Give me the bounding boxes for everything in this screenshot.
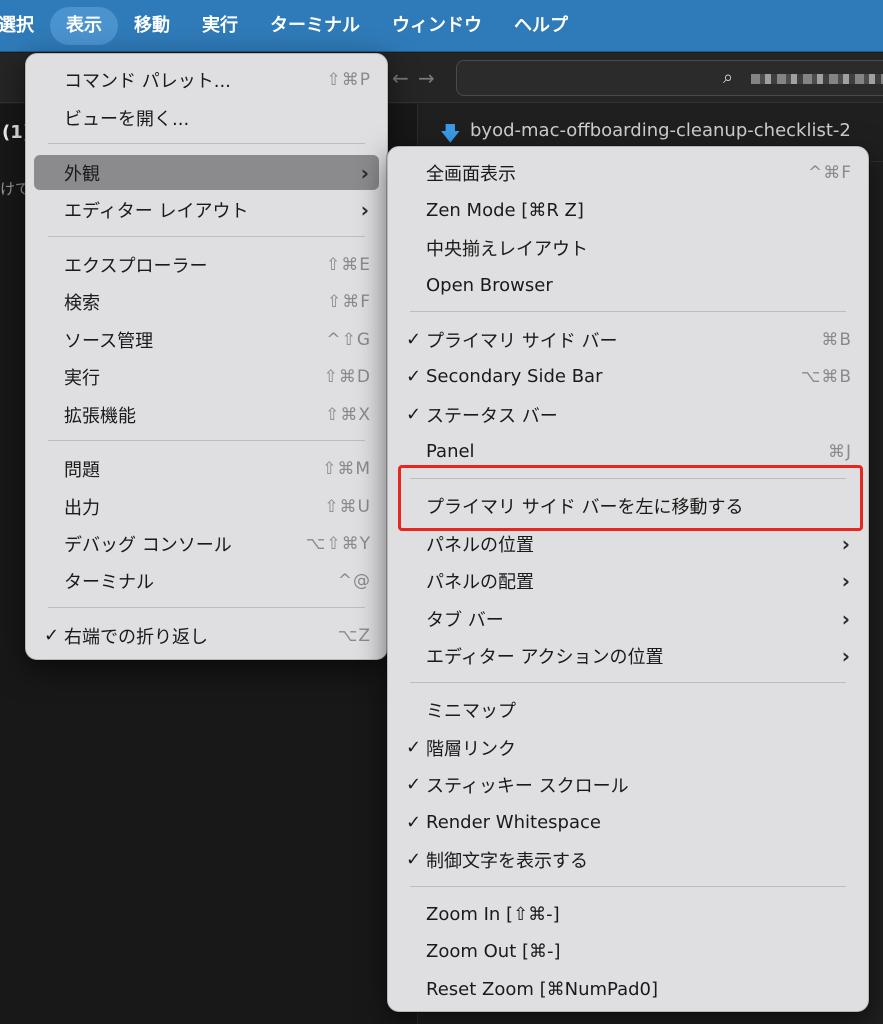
menu-item-reset-zoom[interactable]: Reset Zoom [⌘NumPad0] — [396, 972, 860, 1007]
checkmark-icon: ✓ — [406, 404, 422, 425]
menu-item-editor-actions-position[interactable]: エディター アクションの位置 › — [396, 638, 860, 673]
chevron-right-icon: › — [360, 197, 369, 222]
menu-item-breadcrumbs[interactable]: ✓ 階層リンク — [396, 730, 860, 765]
chevron-right-icon: › — [841, 643, 850, 668]
menu-item-zoom-out[interactable]: Zoom Out [⌘-] — [396, 934, 860, 969]
checkmark-icon: ✓ — [406, 737, 422, 758]
menu-separator — [410, 886, 846, 887]
view-menu: コマンド パレット... ⇧⌘P ビューを開く... 外観 › エディター レイ… — [25, 53, 388, 660]
menu-separator — [410, 311, 846, 312]
menu-item-run[interactable]: 実行 ⇧⌘D — [34, 359, 379, 394]
menu-item-render-whitespace[interactable]: ✓ Render Whitespace — [396, 805, 860, 840]
menu-item-tab-bar[interactable]: タブ バー › — [396, 601, 860, 636]
menu-item-full-screen[interactable]: 全画面表示 ^⌘F — [396, 155, 860, 190]
top-menu-bar: 選択 表示 移動 実行 ターミナル ウィンドウ ヘルプ — [0, 0, 883, 52]
menu-separator — [48, 607, 365, 608]
menu-item-panel-position[interactable]: パネルの位置 › — [396, 526, 860, 561]
menu-item-search[interactable]: 検索 ⇧⌘F — [34, 284, 379, 319]
menu-help[interactable]: ヘルプ — [498, 7, 584, 45]
highlight-annotation-box — [398, 465, 863, 531]
menu-item-word-wrap[interactable]: ✓ 右端での折り返し ⌥Z — [34, 618, 379, 653]
search-icon: ⌕ — [723, 67, 734, 88]
menu-item-command-palette[interactable]: コマンド パレット... ⇧⌘P — [34, 62, 379, 97]
checkmark-icon: ✓ — [406, 366, 422, 387]
menu-item-appearance[interactable]: 外観 › — [34, 155, 379, 190]
menu-item-secondary-side-bar[interactable]: ✓ Secondary Side Bar ⌥⌘B — [396, 359, 860, 394]
menu-item-centered-layout[interactable]: 中央揃えレイアウト — [396, 230, 860, 265]
menu-view[interactable]: 表示 — [50, 6, 118, 45]
menu-separator — [48, 143, 365, 144]
checkmark-icon: ✓ — [406, 812, 422, 833]
menu-separator — [48, 440, 365, 441]
menu-go[interactable]: 移動 — [118, 7, 186, 45]
menu-item-problems[interactable]: 問題 ⇧⌘M — [34, 451, 379, 486]
menu-item-sticky-scroll[interactable]: ✓ スティッキー スクロール — [396, 767, 860, 802]
menu-select[interactable]: 選択 — [0, 7, 50, 45]
menu-item-panel[interactable]: Panel ⌘J — [396, 434, 860, 469]
search-redacted-text — [751, 74, 883, 84]
menu-item-zoom-in[interactable]: Zoom In [⇧⌘-] — [396, 897, 860, 932]
checkmark-icon: ✓ — [44, 625, 60, 646]
menu-window[interactable]: ウィンドウ — [376, 7, 498, 45]
menu-item-terminal[interactable]: ターミナル ^@ — [34, 563, 379, 598]
command-center-search[interactable]: ⌕ — [456, 60, 883, 96]
menu-item-extensions[interactable]: 拡張機能 ⇧⌘X — [34, 397, 379, 432]
menu-item-zen-mode[interactable]: Zen Mode [⌘R Z] — [396, 193, 860, 228]
menu-item-panel-alignment[interactable]: パネルの配置 › — [396, 563, 860, 598]
menu-item-output[interactable]: 出力 ⇧⌘U — [34, 489, 379, 524]
editor-tab-title[interactable]: byod-mac-offboarding-cleanup-checklist-2 — [470, 120, 851, 141]
menu-item-primary-side-bar[interactable]: ✓ プライマリ サイド バー ⌘B — [396, 322, 860, 357]
menu-item-explorer[interactable]: エクスプローラー ⇧⌘E — [34, 247, 379, 282]
checkmark-icon: ✓ — [406, 774, 422, 795]
chevron-right-icon: › — [360, 160, 369, 185]
back-arrow-icon[interactable]: ← — [392, 66, 409, 90]
menu-item-minimap[interactable]: ミニマップ — [396, 692, 860, 727]
menu-run[interactable]: 実行 — [186, 7, 254, 45]
chevron-right-icon: › — [841, 531, 850, 556]
menu-terminal[interactable]: ターミナル — [254, 7, 376, 45]
menu-separator — [48, 236, 365, 237]
appearance-submenu: 全画面表示 ^⌘F Zen Mode [⌘R Z] 中央揃えレイアウト Open… — [387, 146, 869, 1012]
menu-item-source-control[interactable]: ソース管理 ^⇧G — [34, 322, 379, 357]
menu-item-open-browser[interactable]: Open Browser — [396, 268, 860, 303]
menu-item-editor-layout[interactable]: エディター レイアウト › — [34, 192, 379, 227]
chevron-right-icon: › — [841, 606, 850, 631]
menu-item-status-bar[interactable]: ✓ ステータス バー — [396, 397, 860, 432]
forward-arrow-icon[interactable]: → — [418, 66, 435, 90]
menu-item-render-control-characters[interactable]: ✓ 制御文字を表示する — [396, 842, 860, 877]
menu-separator — [410, 682, 846, 683]
checkmark-icon: ✓ — [406, 329, 422, 350]
menu-item-open-view[interactable]: ビューを開く... — [34, 100, 379, 135]
checkmark-icon: ✓ — [406, 849, 422, 870]
menu-item-debug-console[interactable]: デバッグ コンソール ⌥⇧⌘Y — [34, 526, 379, 561]
chevron-right-icon: › — [841, 568, 850, 593]
